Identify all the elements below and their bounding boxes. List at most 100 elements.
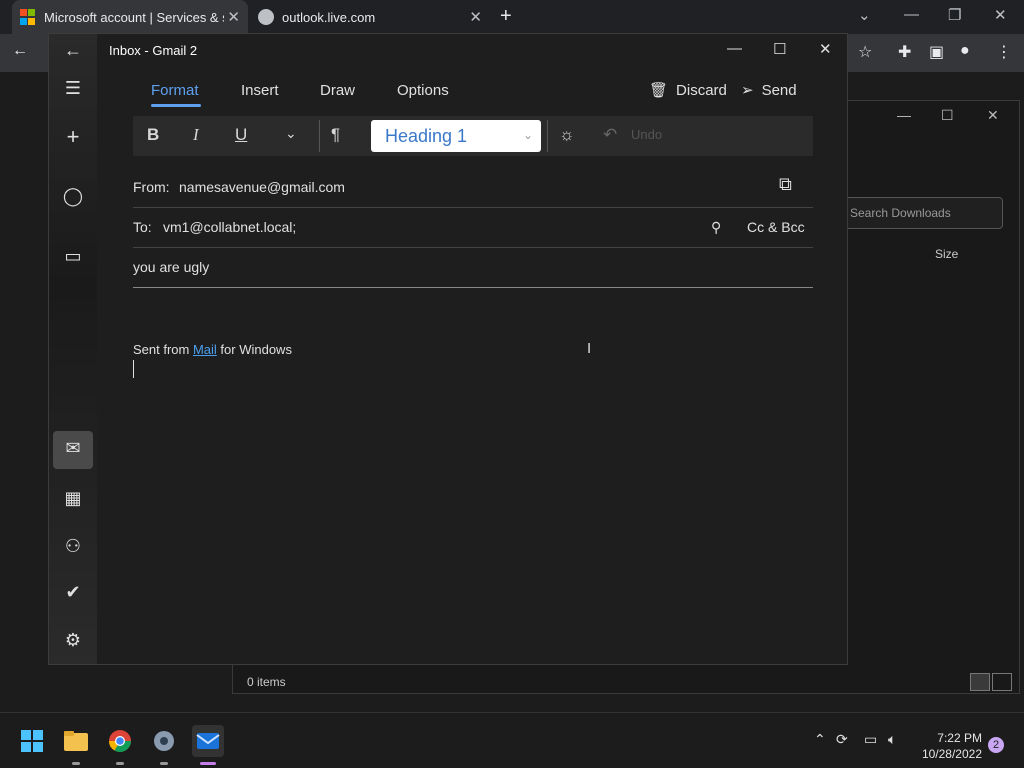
- clock-date: 10/28/2022: [921, 747, 982, 761]
- browser-tab-microsoft-account[interactable]: Microsoft account | Services & su ✕: [12, 0, 248, 34]
- tab-search-chevron-icon[interactable]: ⌄: [858, 6, 871, 24]
- explorer-maximize-icon[interactable]: ☐: [941, 107, 954, 124]
- window-title: Inbox - Gmail 2: [109, 43, 198, 58]
- send-label: Send: [761, 81, 797, 99]
- minimize-icon[interactable]: —: [904, 6, 919, 23]
- volume-icon[interactable]: 🔈︎: [888, 731, 896, 748]
- side-panel-icon[interactable]: ▣: [929, 42, 944, 62]
- active-tab-indicator: [151, 104, 201, 107]
- settings-gear-app-icon[interactable]: [148, 725, 180, 765]
- sync-icon[interactable]: ⟳: [836, 731, 848, 748]
- paragraph-style-dropdown[interactable]: Heading 1 ⌄: [371, 120, 541, 152]
- folders-icon[interactable]: ▭: [49, 246, 97, 267]
- more-font-options-chevron-icon[interactable]: ⌄: [285, 125, 297, 142]
- signature-mail-link[interactable]: Mail: [193, 342, 217, 357]
- new-tab-button[interactable]: +: [500, 5, 512, 28]
- system-clock[interactable]: 7:22 PM 10/28/2022: [914, 730, 982, 762]
- subject-row: you are ugly: [133, 248, 813, 288]
- microsoft-logo-icon: [20, 9, 36, 25]
- send-button[interactable]: ➢ Send: [741, 81, 797, 100]
- column-header-size[interactable]: Size: [935, 247, 958, 261]
- running-indicator-active: [200, 762, 216, 765]
- globe-icon: [258, 9, 274, 25]
- new-mail-plus-icon[interactable]: +: [49, 124, 97, 150]
- chevron-down-icon: ⌄: [522, 128, 533, 142]
- browser-tab-outlook[interactable]: outlook.live.com ✕: [250, 0, 490, 34]
- mail-navigation-rail: ← ☰ + ◯ ▭ ✉ ▦ ⚇ ✔ ⚙: [49, 34, 97, 664]
- search-downloads-input[interactable]: Search Downloads: [833, 197, 1003, 229]
- paragraph-format-icon[interactable]: ¶: [331, 125, 340, 145]
- back-arrow-icon[interactable]: ←: [12, 42, 28, 60]
- tab-close-icon[interactable]: ✕: [227, 8, 240, 26]
- todo-check-icon[interactable]: ✔: [49, 582, 97, 603]
- profile-avatar-icon[interactable]: ●: [960, 42, 970, 60]
- tab-insert[interactable]: Insert: [241, 82, 279, 99]
- tab-options[interactable]: Options: [397, 82, 449, 99]
- calendar-icon[interactable]: ▦: [49, 488, 97, 509]
- chrome-icon[interactable]: [104, 725, 136, 765]
- clock-time: 7:22 PM: [937, 731, 982, 745]
- restore-icon[interactable]: ❐: [948, 6, 961, 24]
- running-indicator: [116, 762, 124, 765]
- contact-picker-icon[interactable]: ⚲: [711, 219, 721, 236]
- more-menu-icon[interactable]: ⋮: [996, 42, 1012, 62]
- file-explorer-icon[interactable]: [60, 725, 92, 765]
- tab-label: Microsoft account | Services & su: [44, 9, 224, 25]
- extensions-puzzle-icon[interactable]: ✚: [898, 42, 911, 62]
- style-dropdown-value: Heading 1: [385, 126, 468, 146]
- pop-out-icon[interactable]: ⧉: [779, 174, 792, 195]
- hamburger-menu-icon[interactable]: ☰: [49, 78, 97, 99]
- mail-compose-window: ← ☰ + ◯ ▭ ✉ ▦ ⚇ ✔ ⚙ Inbox - Gmail 2 — ☐ …: [48, 33, 848, 665]
- large-icons-view-button[interactable]: [992, 673, 1012, 691]
- start-windows-icon[interactable]: [16, 725, 48, 757]
- mail-minimize-icon[interactable]: —: [727, 40, 742, 57]
- bold-button[interactable]: B: [147, 125, 159, 145]
- tab-close-icon[interactable]: ✕: [469, 8, 482, 26]
- notification-badge[interactable]: 2: [988, 737, 1004, 753]
- undo-icon[interactable]: ↶: [603, 125, 617, 145]
- mail-envelope-icon[interactable]: ✉: [49, 438, 97, 459]
- mail-maximize-icon[interactable]: ☐: [773, 40, 786, 58]
- discard-button[interactable]: 🗑︎ Discard: [649, 81, 727, 100]
- format-toolbar: B I U ⌄ ¶ Heading 1 ⌄ ☼ ↶ Undo: [133, 116, 813, 156]
- to-field[interactable]: vm1@collabnet.local;: [163, 219, 296, 235]
- status-item-count: 0 items: [247, 675, 286, 689]
- ibeam-cursor-icon: I: [587, 340, 592, 357]
- tab-label: outlook.live.com: [282, 9, 376, 25]
- bookmark-star-icon[interactable]: ☆: [858, 42, 872, 62]
- from-row: From: namesavenue@gmail.com ⧉: [133, 168, 813, 208]
- explorer-minimize-icon[interactable]: —: [897, 107, 911, 123]
- toolbar-divider: [547, 120, 548, 152]
- accounts-person-icon[interactable]: ◯: [49, 186, 97, 207]
- tab-draw[interactable]: Draw: [320, 82, 355, 99]
- trash-icon: 🗑︎: [649, 82, 669, 99]
- cc-bcc-button[interactable]: Cc & Bcc: [747, 219, 805, 235]
- message-body[interactable]: Sent from Mail for Windows: [133, 342, 292, 357]
- tab-format[interactable]: Format: [151, 82, 199, 99]
- send-arrow-icon: ➢: [741, 82, 754, 99]
- toolbar-divider: [319, 120, 320, 152]
- mail-app-icon[interactable]: [192, 725, 224, 765]
- back-arrow-icon[interactable]: ←: [49, 40, 97, 61]
- to-label: To:: [133, 219, 152, 235]
- show-hidden-icons-chevron-icon[interactable]: ⌃: [814, 731, 826, 748]
- network-icon[interactable]: ▭: [864, 731, 877, 748]
- browser-tab-bar: Microsoft account | Services & su ✕ outl…: [0, 0, 1024, 34]
- close-icon[interactable]: ✕: [994, 6, 1007, 24]
- from-label: From:: [133, 179, 170, 195]
- italic-button[interactable]: I: [193, 125, 199, 145]
- running-indicator: [160, 762, 168, 765]
- mail-close-icon[interactable]: ✕: [819, 40, 832, 58]
- signature-prefix: Sent from: [133, 342, 193, 357]
- to-row: To: vm1@collabnet.local; ⚲ Cc & Bcc: [133, 208, 813, 248]
- undo-label: Undo: [631, 127, 663, 142]
- people-icon[interactable]: ⚇: [49, 536, 97, 557]
- taskbar: ⌃ ⟳ ▭ 🔈︎ 7:22 PM 10/28/2022 2: [0, 712, 1024, 768]
- underline-button[interactable]: U: [235, 125, 247, 145]
- subject-field[interactable]: you are ugly: [133, 259, 209, 275]
- details-view-button[interactable]: [970, 673, 990, 691]
- sensitivity-icon[interactable]: ☼: [559, 125, 575, 145]
- settings-gear-icon[interactable]: ⚙: [49, 630, 97, 651]
- from-field[interactable]: namesavenue@gmail.com: [179, 179, 345, 195]
- explorer-close-icon[interactable]: ✕: [987, 107, 999, 124]
